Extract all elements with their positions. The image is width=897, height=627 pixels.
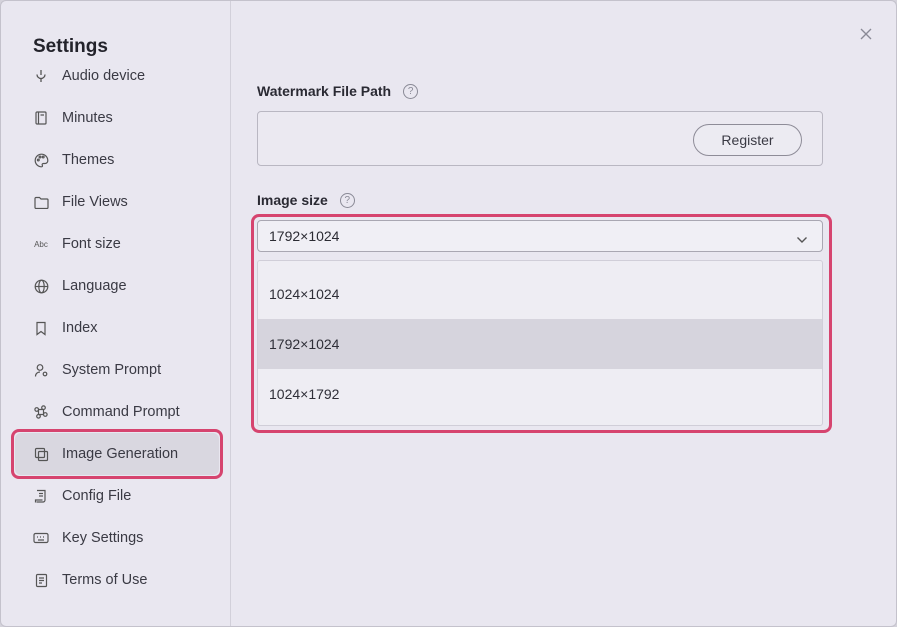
image-size-select[interactable]: 1792×1024 — [257, 220, 823, 252]
config-file-icon — [33, 488, 49, 504]
settings-window: Settings Audio device Minutes Themes Fil… — [0, 0, 897, 627]
document-icon — [33, 572, 49, 588]
palette-icon — [33, 152, 49, 168]
sidebar-item-label: System Prompt — [62, 362, 162, 378]
image-size-selected-value: 1792×1024 — [269, 228, 340, 244]
sidebar-item-font-size[interactable]: Abc Font size — [15, 223, 219, 265]
image-size-option-1792x1024[interactable]: 1792×1024 — [258, 319, 822, 369]
sidebar-item-label: Audio device — [62, 68, 146, 84]
help-icon[interactable]: ? — [403, 83, 419, 99]
image-size-option-1024x1792[interactable]: 1024×1792 — [258, 369, 822, 419]
keyboard-icon — [33, 530, 49, 546]
microphone-icon — [33, 68, 49, 84]
sidebar-item-minutes[interactable]: Minutes — [15, 97, 219, 139]
command-icon — [33, 404, 49, 420]
bookmark-icon — [33, 320, 49, 336]
image-copy-icon — [33, 446, 49, 462]
sidebar-item-terms-of-use[interactable]: Terms of Use — [15, 559, 219, 601]
image-size-label: Image size — [257, 192, 328, 208]
globe-icon — [33, 278, 49, 294]
image-size-option-1024x1024[interactable]: 1024×1024 — [258, 269, 822, 319]
sidebar-item-label: Language — [62, 278, 127, 294]
sidebar-item-label: Command Prompt — [62, 404, 180, 420]
sidebar-item-config-file[interactable]: Config File — [15, 475, 219, 517]
sidebar-item-label: Key Settings — [62, 530, 144, 546]
book-icon — [33, 110, 49, 126]
settings-nav: Audio device Minutes Themes File Views A… — [11, 55, 223, 601]
sidebar-item-label: Font size — [62, 236, 121, 252]
register-button[interactable]: Register — [693, 124, 802, 156]
font-size-icon: Abc — [34, 239, 48, 249]
sidebar-item-label: Terms of Use — [62, 572, 148, 588]
chevron-down-icon — [796, 231, 808, 247]
image-size-dropdown: 1024×1024 1792×1024 1024×1792 — [257, 260, 823, 426]
help-icon[interactable]: ? — [339, 192, 355, 208]
sidebar-item-label: Themes — [62, 152, 115, 168]
sidebar-item-label: Index — [62, 320, 98, 336]
close-button[interactable] — [857, 25, 875, 43]
folder-icon — [33, 194, 49, 210]
user-settings-icon — [33, 362, 49, 378]
sidebar-item-label: Config File — [62, 488, 132, 504]
watermark-label: Watermark File Path — [257, 83, 392, 99]
sidebar-item-label: File Views — [62, 194, 128, 210]
sidebar-item-language[interactable]: Language — [15, 265, 219, 307]
watermark-label-row: Watermark File Path ? — [257, 83, 419, 99]
sidebar-item-index[interactable]: Index — [15, 307, 219, 349]
sidebar-item-audio-device[interactable]: Audio device — [15, 55, 219, 97]
sidebar-item-image-generation[interactable]: Image Generation — [11, 429, 223, 479]
settings-sidebar: Settings Audio device Minutes Themes Fil… — [1, 1, 231, 626]
sidebar-item-key-settings[interactable]: Key Settings — [15, 517, 219, 559]
image-size-label-row: Image size ? — [257, 192, 355, 208]
close-icon — [860, 28, 872, 40]
sidebar-item-file-views[interactable]: File Views — [15, 181, 219, 223]
sidebar-item-label: Image Generation — [62, 446, 179, 462]
sidebar-item-system-prompt[interactable]: System Prompt — [15, 349, 219, 391]
sidebar-item-command-prompt[interactable]: Command Prompt — [15, 391, 219, 433]
sidebar-item-themes[interactable]: Themes — [15, 139, 219, 181]
sidebar-item-label: Minutes — [62, 110, 113, 126]
